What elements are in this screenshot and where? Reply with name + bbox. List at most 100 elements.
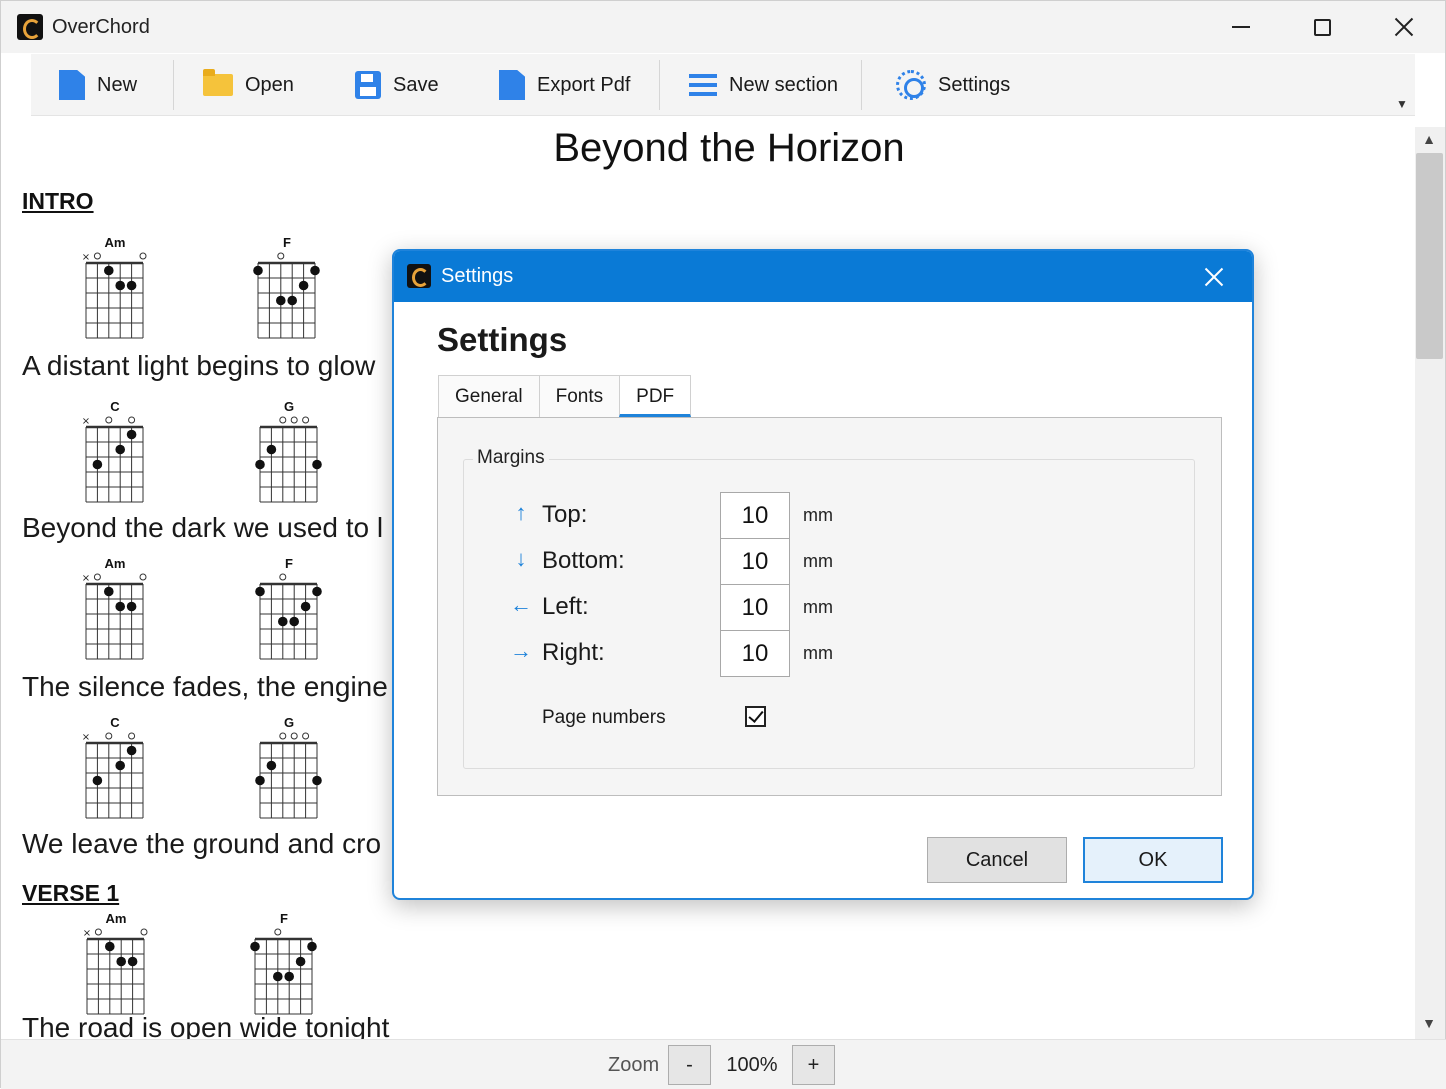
open-string-marker (274, 928, 282, 936)
finger-dot (253, 265, 263, 276)
finger-dot (312, 775, 322, 786)
muted-string-marker: × (82, 252, 90, 263)
scroll-up-icon[interactable]: ▲ (1417, 131, 1441, 151)
chord-name: Am (104, 235, 126, 250)
dialog-title: Settings (441, 265, 514, 287)
margin-top-input[interactable]: 10 (720, 492, 790, 539)
chord-diagram: F (244, 911, 324, 1021)
finger-dot (307, 941, 317, 952)
finger-dot (298, 280, 309, 291)
settings-button-label: Settings (938, 73, 1011, 96)
chord-name: F (280, 911, 288, 926)
close-window-button[interactable] (1364, 1, 1444, 53)
chord-name: F (283, 235, 291, 250)
finger-dot (115, 280, 125, 291)
new-section-label: New section (729, 73, 838, 96)
finger-dot (126, 280, 137, 291)
open-string-marker (290, 732, 298, 740)
chord-diagram: F (247, 235, 327, 345)
margin-unit: mm (803, 597, 833, 617)
cancel-button[interactable]: Cancel (927, 837, 1067, 883)
chord-diagram: G (249, 399, 329, 509)
finger-dot (126, 429, 137, 440)
finger-dot (126, 745, 137, 756)
export-pdf-icon (499, 70, 525, 100)
arrow-down-icon: ↓ (515, 546, 527, 571)
zoom-label: Zoom (608, 1054, 660, 1076)
margin-unit: mm (803, 551, 833, 571)
section-lines-icon (689, 74, 717, 96)
margin-row-bottom: ↓ Bottom: 10 mm (464, 538, 1194, 585)
toolbar-overflow-icon[interactable]: ▼ (1396, 97, 1408, 111)
margins-group: Margins ↑ Top: 10 mm ↓ Bottom: 10 mm ← L… (463, 447, 1195, 769)
finger-dot (105, 941, 115, 952)
new-button[interactable]: New (59, 54, 137, 116)
finger-dot (266, 760, 277, 771)
margin-right-input[interactable]: 10 (720, 630, 790, 677)
chord-diagram: Am × (75, 235, 155, 345)
chord-diagram: F (249, 556, 329, 666)
finger-dot (312, 459, 322, 470)
export-pdf-button[interactable]: Export Pdf (499, 54, 630, 116)
finger-dot (250, 941, 260, 952)
scrollbar-thumb[interactable] (1416, 153, 1443, 359)
zoom-in-button[interactable]: + (792, 1045, 835, 1085)
finger-dot (255, 459, 265, 470)
open-string-marker (279, 416, 287, 424)
chord-grid (255, 732, 322, 819)
chord-diagram: Am × (76, 911, 156, 1021)
finger-dot (312, 586, 322, 597)
chord-grid (255, 416, 322, 503)
save-button[interactable]: Save (355, 54, 439, 116)
finger-dot (300, 601, 311, 612)
minimize-icon (1232, 26, 1250, 28)
tab-pdf[interactable]: PDF (619, 375, 692, 417)
new-button-label: New (97, 73, 138, 96)
dialog-close-button[interactable] (1202, 265, 1226, 289)
close-icon (1394, 17, 1414, 37)
open-string-marker (279, 573, 287, 581)
chord-name: G (283, 399, 295, 414)
finger-dot (255, 586, 265, 597)
chord-name: C (110, 399, 120, 414)
tab-general[interactable]: General (438, 375, 540, 417)
settings-button[interactable]: Settings (896, 54, 1010, 116)
open-string-marker (94, 928, 102, 936)
chord-grid: × (82, 573, 147, 660)
muted-string-marker: × (82, 573, 90, 584)
page-numbers-checkbox[interactable] (745, 706, 766, 727)
finger-dot (276, 295, 286, 306)
ok-button[interactable]: OK (1083, 837, 1223, 883)
lyric-line: We leave the ground and cro (22, 828, 382, 859)
chord-grid (255, 573, 322, 660)
finger-dot (255, 775, 265, 786)
dialog-heading: Settings (437, 321, 568, 358)
lyric-line: The silence fades, the engine (22, 671, 388, 702)
title-bar: OverChord (1, 1, 1445, 53)
open-button[interactable]: Open (203, 54, 294, 116)
minimize-button[interactable] (1201, 1, 1281, 53)
margin-left-input[interactable]: 10 (720, 584, 790, 631)
margin-unit: mm (803, 505, 833, 525)
scroll-down-icon[interactable]: ▼ (1417, 1015, 1441, 1035)
status-bar: Zoom - 100% + (1, 1039, 1446, 1089)
open-string-marker (128, 732, 136, 740)
open-string-marker (302, 732, 310, 740)
margin-row-top: ↑ Top: 10 mm (464, 492, 1194, 539)
finger-dot (115, 760, 125, 771)
maximize-button[interactable] (1282, 1, 1362, 53)
finger-dot (126, 601, 137, 612)
zoom-out-button[interactable]: - (668, 1045, 711, 1085)
tab-fonts[interactable]: Fonts (538, 375, 621, 417)
chord-diagram: C × (75, 399, 155, 509)
open-string-marker (302, 416, 310, 424)
finger-dot (115, 601, 125, 612)
lyric-line: Beyond the dark we used to l (22, 512, 384, 543)
folder-icon (203, 69, 233, 96)
finger-dot (116, 956, 126, 967)
margin-bottom-input[interactable]: 10 (720, 538, 790, 585)
section-heading: VERSE 1 (22, 880, 120, 906)
chord-name: G (283, 715, 295, 730)
margin-label: Bottom: (542, 547, 625, 574)
new-section-button[interactable]: New section (689, 54, 838, 116)
